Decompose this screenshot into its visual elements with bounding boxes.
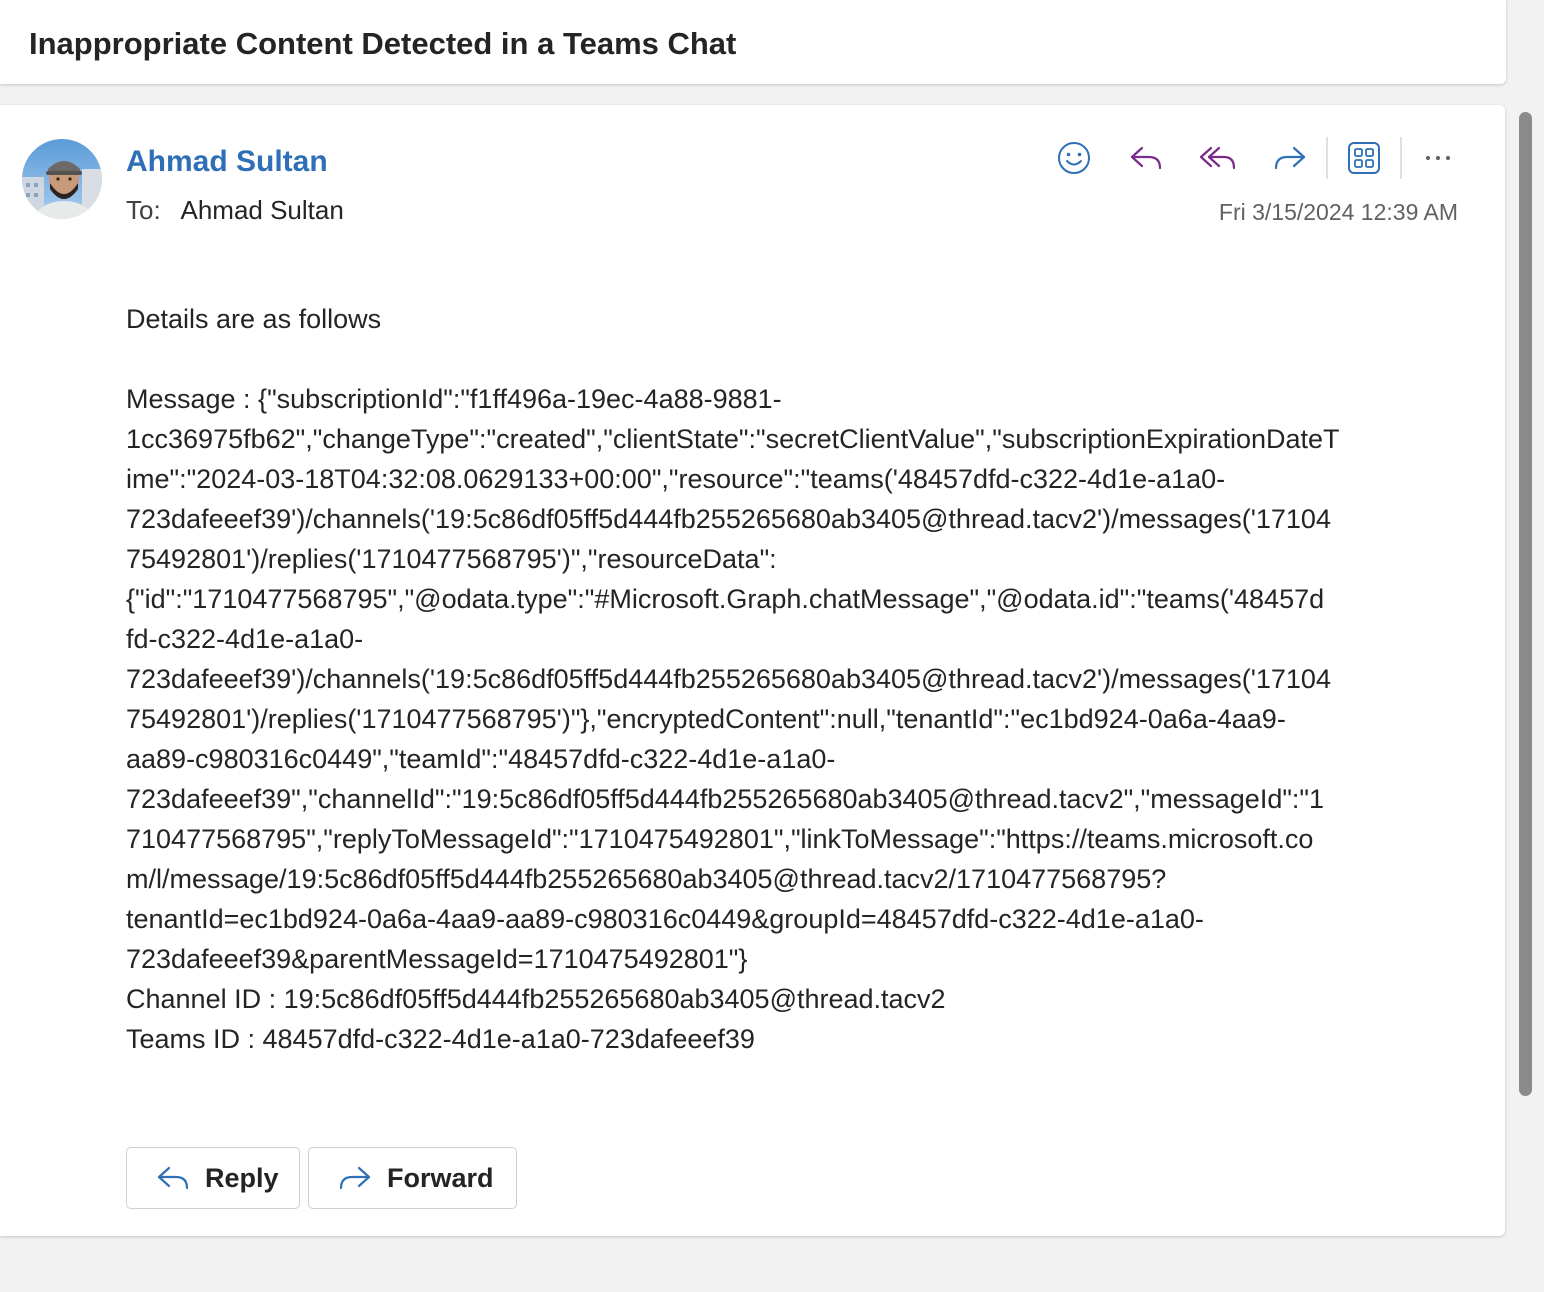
forward-icon <box>339 1166 371 1190</box>
message-body: Details are as follows Message : {"subscr… <box>126 299 1456 1059</box>
sender-name[interactable]: Ahmad Sultan <box>126 145 328 179</box>
reply-action-label: Reply <box>205 1162 279 1193</box>
forward-icon <box>1274 146 1306 170</box>
message-card: Ahmad Sultan To: Ahmad Sultan Fri 3/15/2… <box>0 105 1505 1236</box>
body-line: Message : {"subscriptionId":"f1ff496a-19… <box>126 384 782 414</box>
reply-all-button[interactable] <box>1193 137 1243 179</box>
avatar[interactable] <box>22 139 102 219</box>
subject-header: Inappropriate Content Detected in a Team… <box>0 0 1506 84</box>
forward-action-button[interactable]: Forward <box>308 1147 517 1209</box>
reply-all-icon <box>1199 146 1236 170</box>
apps-icon <box>1348 142 1380 174</box>
body-line: aa89-c980316c0449","teamId":"48457dfd-c3… <box>126 744 836 774</box>
avatar-photo <box>22 139 102 219</box>
body-line: fd-c322-4d1e-a1a0- <box>126 624 364 654</box>
body-line: 723dafeeef39&parentMessageId=17104754928… <box>126 944 748 974</box>
to-label: To: <box>126 195 161 225</box>
email-subject: Inappropriate Content Detected in a Team… <box>29 26 737 61</box>
body-line: 1cc36975fb62","changeType":"created","cl… <box>126 424 1340 454</box>
toolbar-separator <box>1326 137 1328 179</box>
body-line: Details are as follows <box>126 304 382 334</box>
body-line: tenantId=ec1bd924-0a6a-4aa9-aa89-c980316… <box>126 904 1204 934</box>
emoji-reaction-button[interactable] <box>1049 137 1099 179</box>
reply-button[interactable] <box>1121 137 1171 179</box>
apps-button[interactable] <box>1339 137 1389 179</box>
message-toolbar <box>1048 137 1468 179</box>
toolbar-separator <box>1400 137 1402 179</box>
scrollbar-thumb[interactable] <box>1519 112 1532 1096</box>
body-line: 723dafeeef39')/channels('19:5c86df05ff5d… <box>126 664 1331 694</box>
body-line: Channel ID : 19:5c86df05ff5d444fb2552656… <box>126 984 946 1014</box>
body-line: 710477568795","replyToMessageId":"171047… <box>126 824 1314 854</box>
body-line: ime":"2024-03-18T04:32:08.0629133+00:00"… <box>126 464 1226 494</box>
body-line: {"id":"1710477568795","@odata.type":"#Mi… <box>126 584 1325 614</box>
reply-action-button[interactable]: Reply <box>126 1147 300 1209</box>
forward-button[interactable] <box>1265 137 1315 179</box>
recipients-line: To: Ahmad Sultan <box>126 195 344 226</box>
body-line: m/l/message/19:5c86df05ff5d444fb25526568… <box>126 864 1167 894</box>
forward-action-label: Forward <box>387 1162 494 1193</box>
reply-icon <box>1130 146 1162 170</box>
body-line: 723dafeeef39')/channels('19:5c86df05ff5d… <box>126 504 1331 534</box>
more-icon <box>1426 156 1450 160</box>
body-line: Teams ID : 48457dfd-c322-4d1e-a1a0-723da… <box>126 1024 755 1054</box>
body-line: 75492801')/replies('1710477568795')","re… <box>126 544 777 574</box>
emoji-icon <box>1058 142 1090 174</box>
body-blank-line <box>126 339 1456 379</box>
recipient-name[interactable]: Ahmad Sultan <box>180 195 343 225</box>
body-line: 723dafeeef39","channelId":"19:5c86df05ff… <box>126 784 1325 814</box>
reply-icon <box>157 1166 189 1190</box>
body-line: 75492801')/replies('1710477568795')"},"e… <box>126 704 1286 734</box>
more-actions-button[interactable] <box>1413 137 1463 179</box>
message-date: Fri 3/15/2024 12:39 AM <box>1218 199 1458 225</box>
